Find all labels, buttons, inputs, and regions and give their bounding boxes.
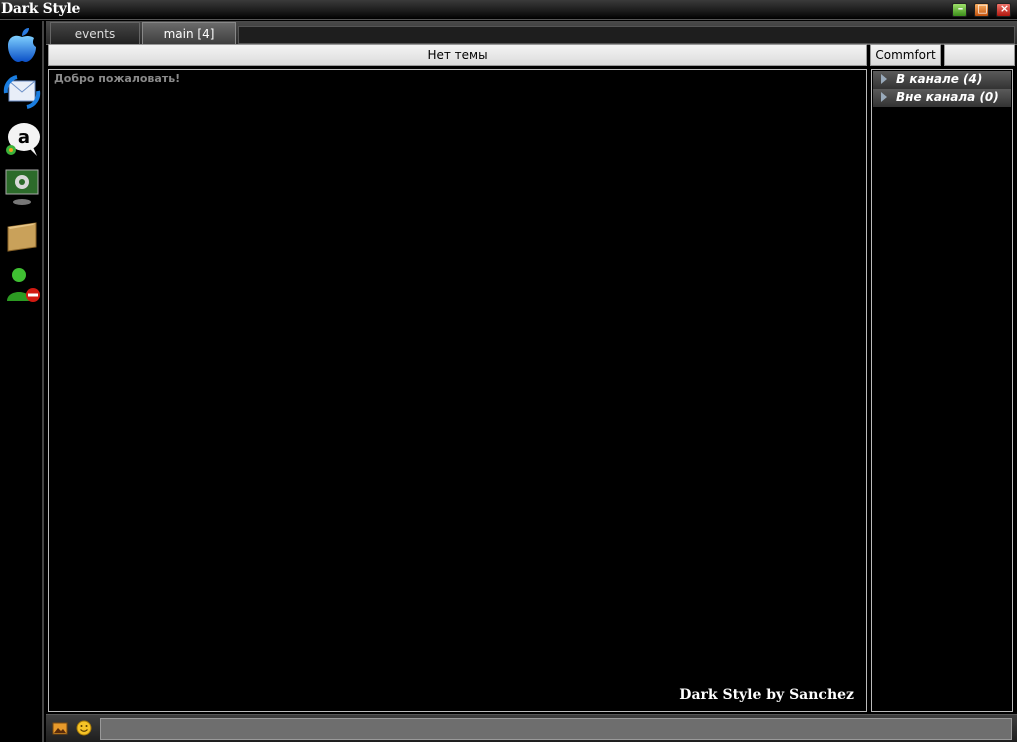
- image-icon[interactable]: [52, 720, 68, 736]
- tab-bar-empty-area: [238, 26, 1015, 44]
- group-out-of-channel[interactable]: Вне канала (0): [873, 89, 1011, 107]
- channel-name: Commfort: [870, 44, 941, 66]
- minimize-button[interactable]: –: [952, 2, 967, 17]
- folder-icon[interactable]: [3, 218, 41, 256]
- tab-main[interactable]: main [4]: [142, 22, 236, 44]
- chat-bubble-icon[interactable]: a: [3, 120, 41, 158]
- app-title: Dark Style: [1, 1, 81, 17]
- mail-sync-icon[interactable]: [3, 73, 41, 111]
- expand-arrow-icon: [881, 92, 887, 102]
- expand-arrow-icon: [881, 74, 887, 84]
- title-bar: [0, 0, 1017, 20]
- group-label: Вне канала (0): [896, 90, 999, 104]
- maximize-icon: □: [977, 2, 988, 15]
- welcome-message: Добро пожаловать!: [54, 72, 181, 85]
- user-list: В канале (4) Вне канала (0): [871, 69, 1013, 712]
- smiley-icon[interactable]: [76, 720, 92, 736]
- topic-bar: Нет темы: [48, 44, 867, 66]
- tab-bar: events main [4]: [46, 21, 1017, 45]
- group-label: В канале (4): [896, 72, 983, 86]
- channel-header-extra: [944, 44, 1015, 66]
- tab-events[interactable]: events: [50, 22, 140, 44]
- user-remove-icon[interactable]: [3, 265, 41, 303]
- close-button[interactable]: ×: [996, 2, 1011, 17]
- close-icon: ×: [999, 2, 1010, 15]
- maximize-button[interactable]: □: [974, 2, 989, 17]
- message-input[interactable]: [100, 718, 1012, 740]
- input-bar: [46, 714, 1017, 742]
- theme-signature: Dark Style by Sanchez: [679, 687, 854, 703]
- apple-icon[interactable]: [3, 26, 41, 64]
- group-in-channel[interactable]: В канале (4): [873, 71, 1011, 89]
- svg-text:a: a: [18, 127, 30, 148]
- minimize-icon: –: [957, 2, 964, 15]
- monitor-settings-icon[interactable]: [3, 167, 41, 205]
- chat-area[interactable]: Добро пожаловать! Dark Style by Sanchez: [48, 69, 867, 712]
